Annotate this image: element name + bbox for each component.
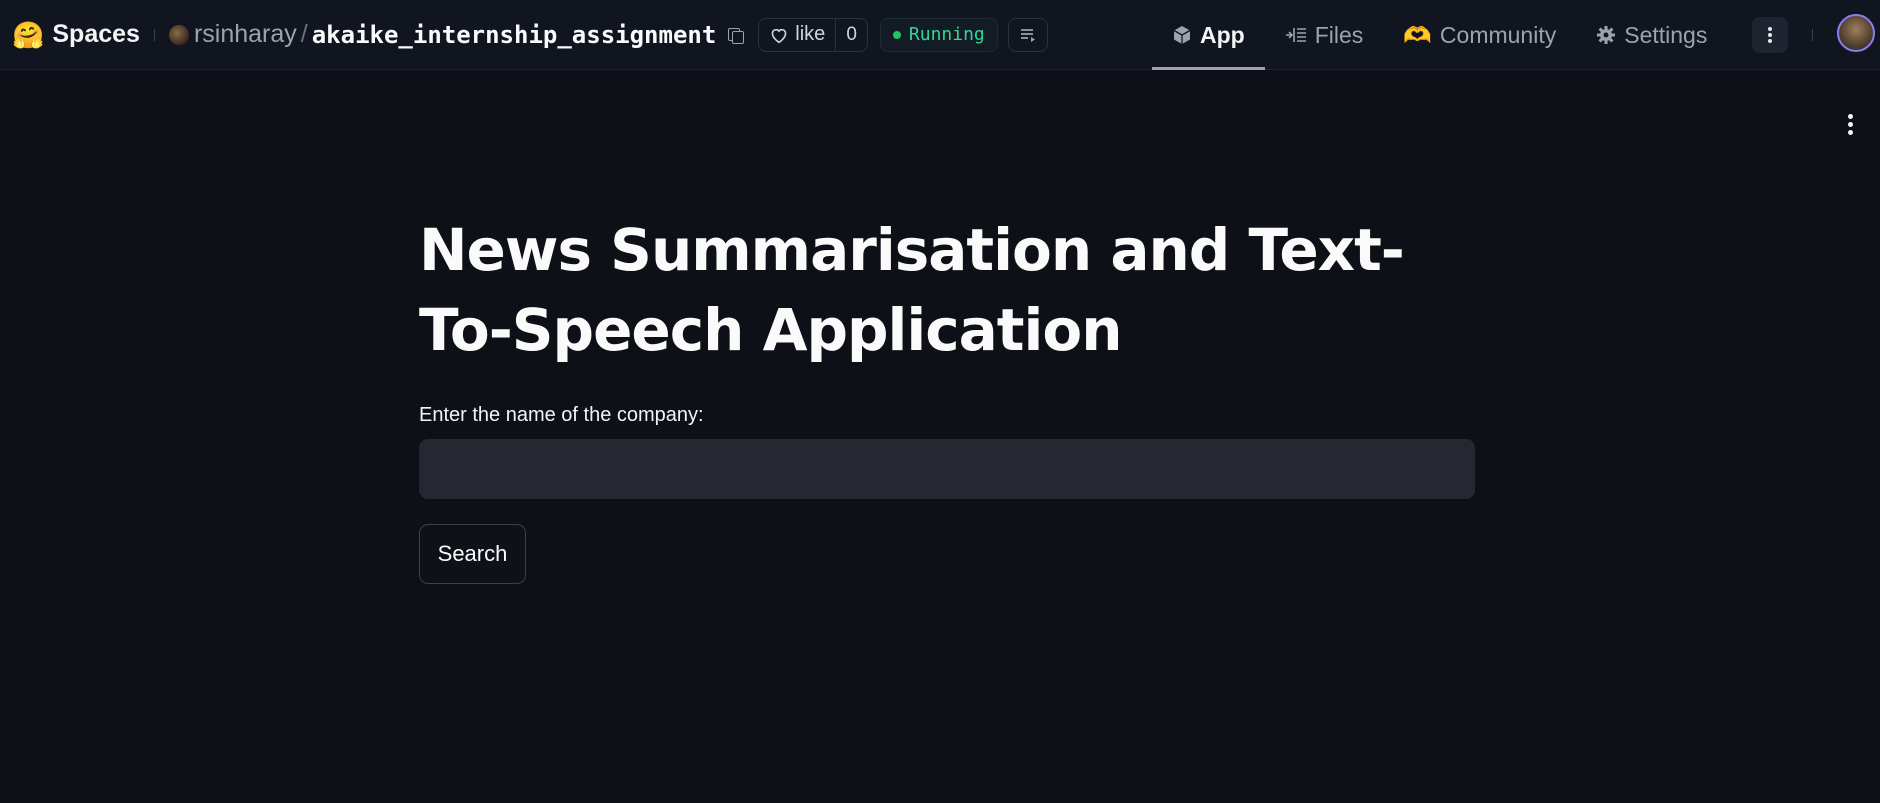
like-count: 0 (835, 18, 867, 51)
tab-community[interactable]: 🫶 Community (1383, 0, 1576, 70)
hugging-face-logo-icon: 🤗 (12, 19, 45, 50)
spaces-label: Spaces (52, 20, 140, 48)
tab-app-label: App (1200, 21, 1245, 48)
repo-name[interactable]: akaike_internship_assignment (312, 21, 717, 49)
like-button[interactable]: like 0 (758, 17, 868, 52)
tab-settings[interactable]: Settings (1576, 0, 1727, 70)
owner-link[interactable]: rsinharay (168, 20, 297, 49)
app-main: News Summarisation and Text-To-Speech Ap… (419, 210, 1475, 584)
search-button[interactable]: Search (419, 524, 526, 584)
copy-icon[interactable] (726, 26, 745, 44)
path-separator: / (300, 20, 308, 48)
status-dot-icon (892, 30, 901, 39)
tab-app[interactable]: App (1152, 0, 1265, 70)
divider (1812, 29, 1813, 41)
company-name-label: Enter the name of the company: (419, 404, 704, 426)
tab-settings-label: Settings (1624, 21, 1708, 48)
gear-icon (1597, 26, 1616, 44)
more-vertical-icon (1768, 27, 1772, 43)
community-icon: 🫶 (1403, 21, 1432, 48)
status-badge[interactable]: Running (879, 17, 998, 52)
heart-icon (771, 28, 787, 43)
like-label: like (795, 23, 826, 45)
files-icon (1285, 28, 1306, 42)
logs-icon (1020, 28, 1035, 42)
more-options-button[interactable] (1752, 17, 1788, 53)
logs-button[interactable] (1007, 17, 1048, 52)
page-title: News Summarisation and Text-To-Speech Ap… (419, 216, 1405, 364)
status-label: Running (908, 24, 985, 45)
owner-name: rsinharay (193, 20, 297, 48)
company-name-input[interactable] (419, 439, 1475, 499)
divider (153, 28, 155, 41)
tab-files[interactable]: Files (1265, 0, 1384, 70)
cube-icon (1173, 26, 1191, 44)
user-avatar[interactable] (1837, 14, 1875, 52)
space-nav-tabs: App Files 🫶 Community Settings (1152, 0, 1727, 70)
app-menu-kebab-icon[interactable] (1844, 114, 1856, 138)
spaces-home-link[interactable]: 🤗 Spaces (12, 20, 140, 49)
tab-files-label: Files (1314, 21, 1364, 48)
tab-community-label: Community (1439, 21, 1557, 48)
owner-avatar (168, 24, 189, 45)
